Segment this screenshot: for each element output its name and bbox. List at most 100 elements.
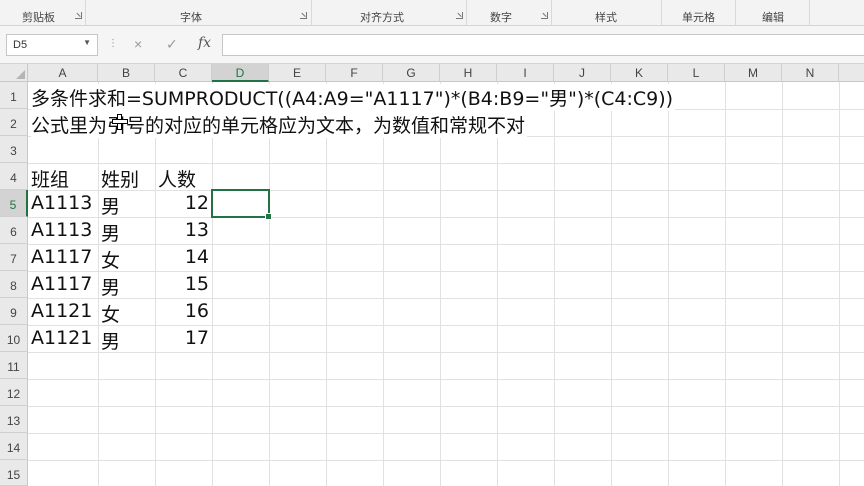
column-header-f[interactable]: F [326, 64, 383, 82]
dialog-launcher-icon[interactable] [75, 12, 82, 19]
name-box[interactable]: D5 ▼ [6, 34, 98, 56]
cell-b10[interactable]: 男 [101, 327, 120, 354]
row-header-2[interactable]: 2 [0, 109, 28, 136]
cell-a2[interactable]: 公式里为引号的对应的单元格应为文本，为数值和常规不对 [31, 111, 528, 138]
row-header-14[interactable]: 14 [0, 433, 28, 460]
cell-a6[interactable]: A1113 [31, 219, 92, 241]
column-header-d[interactable]: D [212, 64, 269, 82]
cell-a7[interactable]: A1117 [31, 246, 92, 268]
cell-c8[interactable]: 15 [155, 273, 209, 295]
row-header-9[interactable]: 9 [0, 298, 28, 325]
gridline [212, 82, 213, 486]
column-header-l[interactable]: L [668, 64, 725, 82]
splitter-handle-icon[interactable]: ⋮ [108, 38, 118, 49]
gridline [28, 406, 864, 407]
dialog-launcher-icon[interactable] [541, 12, 548, 19]
gridline [28, 217, 864, 218]
chevron-down-icon[interactable]: ▼ [83, 38, 91, 47]
column-header-j[interactable]: J [554, 64, 611, 82]
ribbon-group-label: 对齐方式 [360, 11, 404, 24]
cell-b9[interactable]: 女 [101, 300, 120, 327]
cell-a5[interactable]: A1113 [31, 192, 92, 214]
ribbon-group-label: 剪贴板 [22, 11, 55, 24]
ribbon-group-editing: 编辑 [736, 0, 810, 26]
dialog-launcher-icon[interactable] [300, 12, 307, 19]
cell-c9[interactable]: 16 [155, 300, 209, 322]
gridline [98, 82, 99, 486]
name-box-value: D5 [13, 39, 28, 51]
row-header-11[interactable]: 11 [0, 352, 28, 379]
cell-c7[interactable]: 14 [155, 246, 209, 268]
active-cell-d5[interactable] [211, 189, 272, 220]
insert-function-icon[interactable]: fx [198, 35, 211, 51]
gridline [383, 82, 384, 486]
ribbon-group-label: 字体 [180, 11, 202, 24]
gridline [326, 82, 327, 486]
row-header-12[interactable]: 12 [0, 379, 28, 406]
formula-input[interactable] [222, 34, 864, 56]
column-header-i[interactable]: I [497, 64, 554, 82]
gridline [725, 82, 726, 486]
ribbon-group-alignment: 对齐方式 [312, 0, 467, 26]
worksheet-grid[interactable]: A B C D E F G H I J K L M N 1 2 3 4 5 6 … [0, 64, 864, 486]
column-header-e[interactable]: E [269, 64, 326, 82]
cell-c6[interactable]: 13 [155, 219, 209, 241]
cell-a8[interactable]: A1117 [31, 273, 92, 295]
row-header-4[interactable]: 4 [0, 163, 28, 190]
cell-a4[interactable]: 班组 [31, 165, 69, 192]
gridline [28, 352, 864, 353]
cell-cursor-icon [112, 114, 128, 130]
column-header-o[interactable] [839, 64, 864, 82]
ribbon-group-label: 数字 [490, 11, 512, 24]
cell-c4[interactable]: 人数 [158, 165, 196, 192]
row-header-8[interactable]: 8 [0, 271, 28, 298]
ribbon-group-cells: 单元格 [662, 0, 736, 26]
gridline [28, 244, 864, 245]
dialog-launcher-icon[interactable] [456, 12, 463, 19]
gridline [28, 460, 864, 461]
gridline [28, 325, 864, 326]
row-header-13[interactable]: 13 [0, 406, 28, 433]
cell-c5[interactable]: 12 [155, 192, 209, 214]
column-header-m[interactable]: M [725, 64, 782, 82]
cell-b5[interactable]: 男 [101, 192, 120, 219]
row-header-10[interactable]: 10 [0, 325, 28, 352]
cell-b7[interactable]: 女 [101, 246, 120, 273]
gridline [839, 82, 840, 486]
ribbon-group-styles: 样式 [552, 0, 662, 26]
gridline [28, 190, 864, 191]
enter-icon[interactable]: ✓ [166, 36, 178, 53]
cell-a9[interactable]: A1121 [31, 300, 92, 322]
column-header-c[interactable]: C [155, 64, 212, 82]
gridline [28, 379, 864, 380]
column-header-k[interactable]: K [611, 64, 668, 82]
cell-a1[interactable]: 多条件求和=SUMPRODUCT((A4:A9="A1117")*(B4:B9=… [31, 84, 676, 111]
column-header-n[interactable]: N [782, 64, 839, 82]
ribbon-group-label: 样式 [595, 11, 617, 24]
column-header-a[interactable]: A [28, 64, 98, 82]
row-header-1[interactable]: 1 [0, 82, 28, 109]
row-header-5[interactable]: 5 [0, 190, 28, 217]
gridline [28, 271, 864, 272]
gridline [269, 82, 270, 486]
cancel-icon[interactable]: × [134, 36, 142, 52]
column-header-g[interactable]: G [383, 64, 440, 82]
cell-b4[interactable]: 姓别 [101, 165, 139, 192]
cell-b6[interactable]: 男 [101, 219, 120, 246]
gridline [28, 163, 864, 164]
cell-b8[interactable]: 男 [101, 273, 120, 300]
row-header-6[interactable]: 6 [0, 217, 28, 244]
gridline [440, 82, 441, 486]
column-header-b[interactable]: B [98, 64, 155, 82]
row-header-7[interactable]: 7 [0, 244, 28, 271]
row-header-15[interactable]: 15 [0, 460, 28, 486]
row-header-3[interactable]: 3 [0, 136, 28, 163]
ribbon-group-font: 字体 [86, 0, 312, 26]
gridline [668, 82, 669, 486]
column-header-h[interactable]: H [440, 64, 497, 82]
cell-c10[interactable]: 17 [155, 327, 209, 349]
gridline [497, 82, 498, 486]
cell-a10[interactable]: A1121 [31, 327, 92, 349]
select-all-corner[interactable] [0, 64, 28, 82]
formula-bar: D5 ▼ ⋮ × ✓ fx [0, 26, 864, 64]
